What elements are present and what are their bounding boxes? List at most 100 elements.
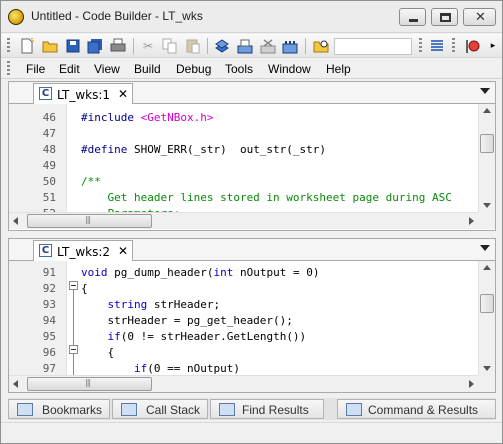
code-line[interactable]: 96 { — [9, 345, 475, 361]
copy-icon[interactable] — [162, 38, 178, 54]
code-text: void pg_dump_header(int nOutput = 0) — [81, 265, 319, 281]
code-line[interactable]: 95 if(0 != strHeader.GetLength()) — [9, 329, 475, 345]
code-line[interactable]: 48 #define SHOW_ERR(_str) out_str(_str) — [9, 142, 475, 158]
cut-icon[interactable]: ✂ — [140, 38, 156, 54]
code-line[interactable]: 91 void pg_dump_header(int nOutput = 0) — [9, 265, 475, 281]
code-text: Get header lines stored in worksheet pag… — [81, 190, 451, 206]
minimize-button[interactable] — [399, 8, 426, 26]
editor-1-vertical-scrollbar[interactable] — [478, 104, 495, 212]
editor-1-dropdown-icon[interactable] — [480, 88, 490, 94]
close-icon: ✕ — [475, 10, 486, 25]
code-line[interactable]: 46 #include <GetNBox.h> — [9, 110, 475, 126]
line-number: 91 — [42, 266, 56, 279]
code-token: #include — [81, 111, 141, 124]
editor-2-vertical-scrollbar[interactable] — [478, 261, 495, 375]
scrollbar-corner — [478, 212, 495, 229]
menu-window[interactable]: Window — [268, 62, 311, 76]
editor-2-dropdown-icon[interactable] — [480, 245, 490, 251]
code-line[interactable]: 94 strHeader = pg_get_header(); — [9, 313, 475, 329]
code-text: #include <GetNBox.h> — [81, 110, 213, 126]
build-icon[interactable] — [214, 38, 230, 54]
editor-2-hscroll-thumb[interactable]: ||| — [27, 377, 152, 391]
scroll-right-icon[interactable] — [469, 380, 474, 388]
scroll-down-icon[interactable] — [483, 203, 491, 208]
editor-2-tab-close-button[interactable]: ✕ — [118, 244, 128, 258]
line-number: 47 — [42, 127, 56, 140]
code-line[interactable]: 50 /** — [9, 174, 475, 190]
editor-1-tab-close-button[interactable]: ✕ — [118, 87, 128, 101]
dock-tab-find-results[interactable]: Find Results — [210, 399, 324, 419]
menu-file[interactable]: File — [26, 62, 45, 76]
code-line[interactable]: 51 Get header lines stored in worksheet … — [9, 190, 475, 206]
maximize-icon — [440, 13, 451, 22]
menu-view[interactable]: View — [94, 62, 120, 76]
editor-2-vscroll-thumb[interactable] — [480, 294, 494, 313]
save-icon[interactable] — [65, 38, 81, 54]
code-builder-window: Untitled - Code Builder - LT_wks ✕ ✂ ▸ F… — [0, 0, 503, 444]
batch-build-icon[interactable] — [282, 38, 298, 54]
editor-1-horizontal-scrollbar[interactable]: ||| — [9, 212, 478, 229]
scroll-left-icon[interactable] — [13, 217, 18, 225]
code-text: if(0 != strHeader.GetLength()) — [81, 329, 307, 345]
open-folder-icon[interactable] — [42, 38, 58, 54]
dock-tab-label: Bookmarks — [42, 403, 103, 417]
menu-grip[interactable] — [7, 61, 10, 77]
menu-tools[interactable]: Tools — [225, 62, 253, 76]
editor-1-document-tab[interactable]: C LT_wks:1 ✕ — [33, 83, 133, 104]
search-combo-input[interactable] — [334, 38, 412, 55]
toolbar-grip[interactable] — [7, 38, 10, 54]
code-token: if — [107, 330, 121, 343]
dock-tab-command-results[interactable]: Command & Results — [337, 399, 496, 419]
line-number: 49 — [42, 159, 56, 172]
save-all-icon[interactable] — [87, 38, 103, 54]
scrollbar-corner — [478, 375, 495, 392]
clean-icon[interactable] — [260, 38, 276, 54]
code-line[interactable]: 92 { — [9, 281, 475, 297]
command-results-icon — [346, 403, 362, 416]
line-number: 93 — [42, 298, 56, 311]
menu-debug[interactable]: Debug — [176, 62, 211, 76]
code-line[interactable]: 49 — [9, 158, 475, 174]
close-button[interactable]: ✕ — [463, 8, 496, 26]
code-line[interactable]: 47 — [9, 126, 475, 142]
code-line[interactable]: 93 string strHeader; — [9, 297, 475, 313]
scroll-right-icon[interactable] — [469, 217, 474, 225]
editor-2-horizontal-scrollbar[interactable]: ||| — [9, 375, 478, 392]
toolbar-grip[interactable] — [419, 38, 422, 54]
paste-icon[interactable] — [185, 38, 201, 54]
scroll-up-icon[interactable] — [483, 265, 491, 270]
scroll-up-icon[interactable] — [483, 108, 491, 113]
dock-tab-call-stack[interactable]: Call Stack — [112, 399, 208, 419]
code-token: nOutput = 0) — [239, 266, 320, 279]
line-number: 48 — [42, 143, 56, 156]
print-icon[interactable] — [110, 38, 126, 54]
status-bar — [1, 422, 502, 443]
editor-2-code-area[interactable]: 91 void pg_dump_header(int nOutput = 0) 92… — [9, 261, 495, 375]
toolbar-grip[interactable] — [452, 38, 455, 54]
menu-help[interactable]: Help — [326, 62, 351, 76]
code-text: strHeader = pg_get_header(); — [81, 313, 292, 329]
code-line[interactable]: 97 if(0 == nOutput) — [9, 361, 475, 375]
menu-build[interactable]: Build — [134, 62, 161, 76]
line-number: 97 — [42, 362, 56, 375]
rebuild-icon[interactable] — [237, 38, 253, 54]
new-file-icon[interactable] — [19, 37, 35, 54]
title-bar: Untitled - Code Builder - LT_wks ✕ — [1, 1, 502, 33]
editor-1-vscroll-thumb[interactable] — [480, 134, 494, 153]
code-token: void — [81, 266, 115, 279]
toolbar-options-icon[interactable]: ▸ — [485, 38, 501, 54]
editor-1-code-area[interactable]: 46 #include <GetNBox.h> 47 48 #define SHOW_E… — [9, 104, 495, 212]
editor-2-tab-label: LT_wks:2 — [57, 245, 111, 259]
breakpoint-icon[interactable] — [465, 38, 481, 54]
browse-folder-icon[interactable] — [313, 38, 329, 54]
dock-tab-bookmarks[interactable]: Bookmarks — [8, 399, 110, 419]
menu-edit[interactable]: Edit — [59, 62, 80, 76]
list-view-icon[interactable] — [429, 38, 445, 54]
editor-2-document-tab[interactable]: C LT_wks:2 ✕ — [33, 240, 133, 261]
maximize-button[interactable] — [431, 8, 458, 26]
scroll-down-icon[interactable] — [483, 366, 491, 371]
line-number: 50 — [42, 175, 56, 188]
editor-1-hscroll-thumb[interactable]: ||| — [27, 214, 152, 228]
line-number: 46 — [42, 111, 56, 124]
scroll-left-icon[interactable] — [13, 380, 18, 388]
